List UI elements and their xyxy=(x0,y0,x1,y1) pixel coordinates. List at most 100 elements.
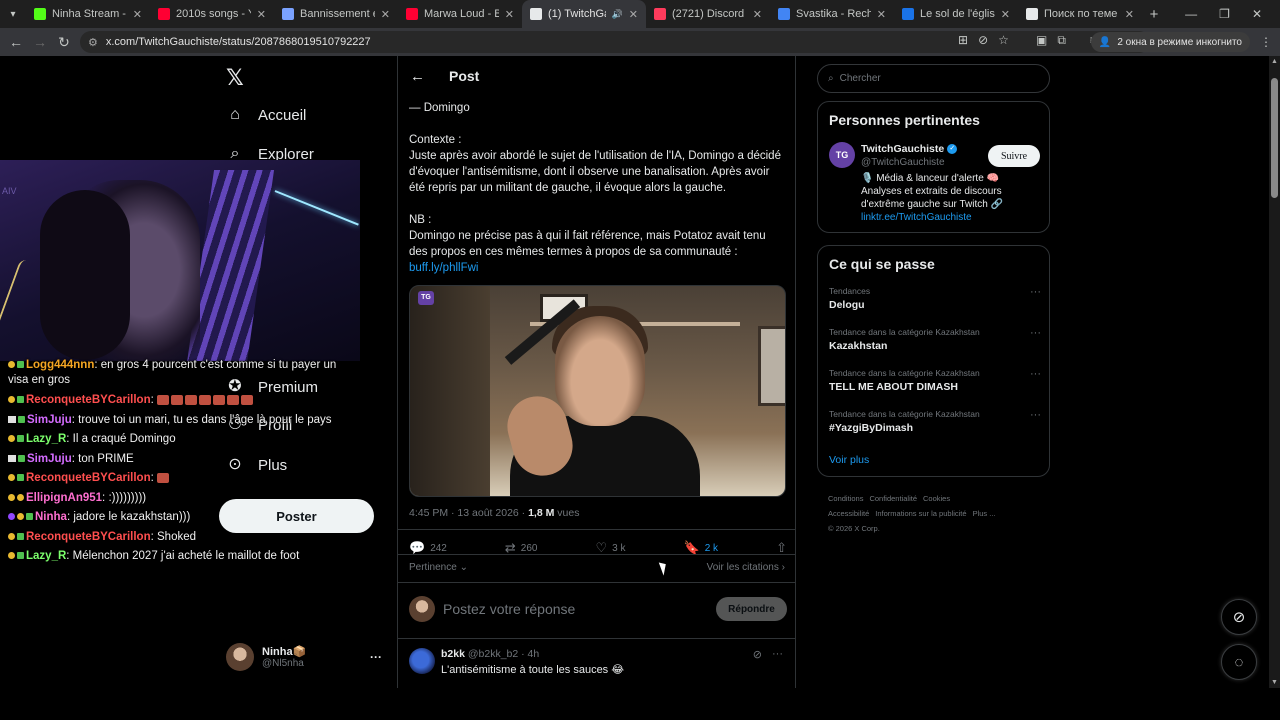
audio-icon[interactable]: 🔊 xyxy=(612,9,623,20)
follow-button[interactable]: Suivre xyxy=(988,145,1040,167)
chat-username[interactable]: ReconqueteBYCarillon xyxy=(26,394,151,406)
browser-tab[interactable]: Поиск по теме «aze ✕ xyxy=(1018,0,1142,28)
grok-icon[interactable]: ⊘ xyxy=(1221,599,1257,635)
close-tab-icon[interactable]: ✕ xyxy=(877,8,886,21)
extension-icon[interactable]: ▣ xyxy=(1036,33,1047,48)
avatar[interactable]: TG xyxy=(829,142,855,168)
browser-tab[interactable]: 2010s songs - YouTu ✕ xyxy=(150,0,274,28)
footer-link[interactable]: Cookies xyxy=(923,494,950,503)
chat-username[interactable]: Logg444nnn xyxy=(26,359,94,371)
scroll-up-icon[interactable]: ▲ xyxy=(1271,58,1278,65)
star-icon[interactable]: ☆ xyxy=(998,33,1009,47)
chat-badge-icon xyxy=(17,396,24,404)
browser-tab[interactable]: Bannissement et exp ✕ xyxy=(274,0,398,28)
incognito-icon: 👤 xyxy=(1098,36,1112,48)
back-icon[interactable]: ← xyxy=(4,34,28,50)
post-media[interactable]: TG xyxy=(409,285,786,497)
trend-item[interactable]: Tendances Delogu ··· xyxy=(829,286,1041,311)
tab-title: 2010s songs - YouTu xyxy=(176,8,251,20)
close-tab-icon[interactable]: ✕ xyxy=(1001,8,1010,21)
chat-badge-icon xyxy=(26,513,33,521)
footer-link[interactable]: Plus ... xyxy=(973,509,996,518)
eye-off-icon[interactable]: ⊘ xyxy=(978,33,988,47)
chat-username[interactable]: SimJuju xyxy=(27,414,72,426)
back-arrow-icon[interactable]: ← xyxy=(410,68,425,85)
scrollbar[interactable]: ▲ ▼ xyxy=(1269,56,1280,688)
chat-username[interactable]: SimJuju xyxy=(27,453,72,465)
account-switcher[interactable]: Ninha📦 @Nl5nha xyxy=(226,643,306,671)
more-icon[interactable]: ··· xyxy=(772,648,783,661)
trend-item[interactable]: Tendance dans la catégorie Kazakhstan #Ya… xyxy=(829,409,1041,434)
grok-icon[interactable]: ⊘ xyxy=(753,648,762,661)
chat-username[interactable]: Lazy_R xyxy=(26,433,66,445)
emote-icon xyxy=(171,394,183,405)
more-icon[interactable]: ··· xyxy=(1030,409,1041,421)
close-tab-icon[interactable]: ✕ xyxy=(381,8,390,21)
browser-tab[interactable]: (1) TwitchGauchi 🔊 ✕ xyxy=(522,0,646,28)
close-tab-icon[interactable]: ✕ xyxy=(133,8,142,21)
browser-tab[interactable]: Ninha Stream - Watc ✕ xyxy=(26,0,150,28)
close-window-icon[interactable]: ✕ xyxy=(1252,7,1262,21)
search-input[interactable]: ⌕ Chercher xyxy=(817,64,1050,93)
browser-tab[interactable]: Marwa Loud - Bad B ✕ xyxy=(398,0,522,28)
trend-item[interactable]: Tendance dans la catégorie Kazakhstan TEL… xyxy=(829,368,1041,393)
account-handle: @Nl5nha xyxy=(262,658,304,669)
footer-link[interactable]: Accessibilité xyxy=(828,509,869,518)
chat-username[interactable]: ReconqueteBYCarillon xyxy=(26,472,151,484)
footer-link[interactable]: Informations sur la publicité xyxy=(875,509,966,518)
reply-text: L'antisémitisme à toute les sauces 😂 xyxy=(441,664,625,676)
browser-menu-icon[interactable]: ⋮ xyxy=(1260,35,1272,49)
new-tab-button[interactable]: + xyxy=(1142,6,1166,23)
footer-link[interactable]: Confidentialité xyxy=(869,494,917,503)
more-icon[interactable]: ··· xyxy=(1030,327,1041,339)
window-controls: — ❐ ✕ xyxy=(1185,0,1280,28)
see-more-link[interactable]: Voir plus xyxy=(829,454,869,466)
avatar[interactable] xyxy=(409,648,435,674)
close-tab-icon[interactable]: ✕ xyxy=(1125,8,1134,21)
more-icon[interactable]: ··· xyxy=(1030,286,1041,298)
post-link[interactable]: buff.ly/phllFwi xyxy=(409,260,478,276)
reply-input[interactable]: Postez votre réponse xyxy=(443,601,716,617)
browser-tab[interactable]: Le sol de l'église de ✕ xyxy=(894,0,1018,28)
site-info-icon[interactable]: ⚙ xyxy=(88,36,98,49)
close-tab-icon[interactable]: ✕ xyxy=(629,8,638,21)
scroll-down-icon[interactable]: ▼ xyxy=(1271,679,1278,686)
chat-badge-icon xyxy=(8,415,16,423)
reply-submit-button[interactable]: Répondre xyxy=(716,597,787,621)
chat-username[interactable]: ReconqueteBYCarillon xyxy=(26,531,151,543)
messages-icon[interactable]: ◌ xyxy=(1221,644,1257,680)
scroll-thumb[interactable] xyxy=(1271,78,1278,198)
trend-item[interactable]: Tendance dans la catégorie Kazakhstan Kaz… xyxy=(829,327,1041,352)
x-logo-icon[interactable]: 𝕏 xyxy=(226,65,248,90)
incognito-badge[interactable]: 👤 2 окна в режиме инкогнито xyxy=(1090,32,1250,52)
view-count: 1,8 M xyxy=(528,507,555,519)
chat-username[interactable]: Ninha xyxy=(35,511,67,523)
sort-dropdown[interactable]: Pertinence ⌄ xyxy=(409,562,468,573)
reply-author[interactable]: b2kk xyxy=(441,648,465,660)
chat-username[interactable]: Lazy_R xyxy=(26,550,66,562)
tab-title: Поиск по теме «aze xyxy=(1044,8,1119,20)
browser-tab[interactable]: (2721) Discord | @Ne ✕ xyxy=(646,0,770,28)
close-tab-icon[interactable]: ✕ xyxy=(505,8,514,21)
post-column: ← Post — Domingo Contexte : Juste après … xyxy=(397,56,796,688)
reload-icon[interactable]: ↻ xyxy=(52,34,76,51)
more-icon[interactable]: ··· xyxy=(1030,368,1041,380)
tab-search-icon[interactable]: ▾ xyxy=(0,0,26,28)
footer-link[interactable]: Conditions xyxy=(828,494,863,503)
restore-icon[interactable]: ❐ xyxy=(1219,7,1230,21)
close-tab-icon[interactable]: ✕ xyxy=(753,8,762,21)
more-icon[interactable]: ··· xyxy=(370,650,382,664)
post-meta: 4:45 PM · 13 août 2026 · 1,8 M vues xyxy=(409,507,579,519)
puzzle-icon[interactable]: ⧉ xyxy=(1057,33,1066,48)
bio-link[interactable]: linktr.ee/TwitchGauchiste xyxy=(861,212,972,223)
minimize-icon[interactable]: — xyxy=(1185,7,1197,21)
account-name[interactable]: TwitchGauchiste xyxy=(861,143,944,155)
translate-icon[interactable]: ⊞ xyxy=(958,33,968,47)
post-time[interactable]: 4:45 PM · 13 août 2026 · xyxy=(409,507,528,519)
nav-item-accueil[interactable]: ⌂ Accueil xyxy=(226,106,306,124)
chat-username[interactable]: EllipignAn951 xyxy=(26,492,102,504)
close-tab-icon[interactable]: ✕ xyxy=(257,8,266,21)
view-quotes-link[interactable]: Voir les citations › xyxy=(707,562,785,573)
browser-tab[interactable]: Svastika - Recherche ✕ xyxy=(770,0,894,28)
forward-icon[interactable]: → xyxy=(28,34,52,50)
